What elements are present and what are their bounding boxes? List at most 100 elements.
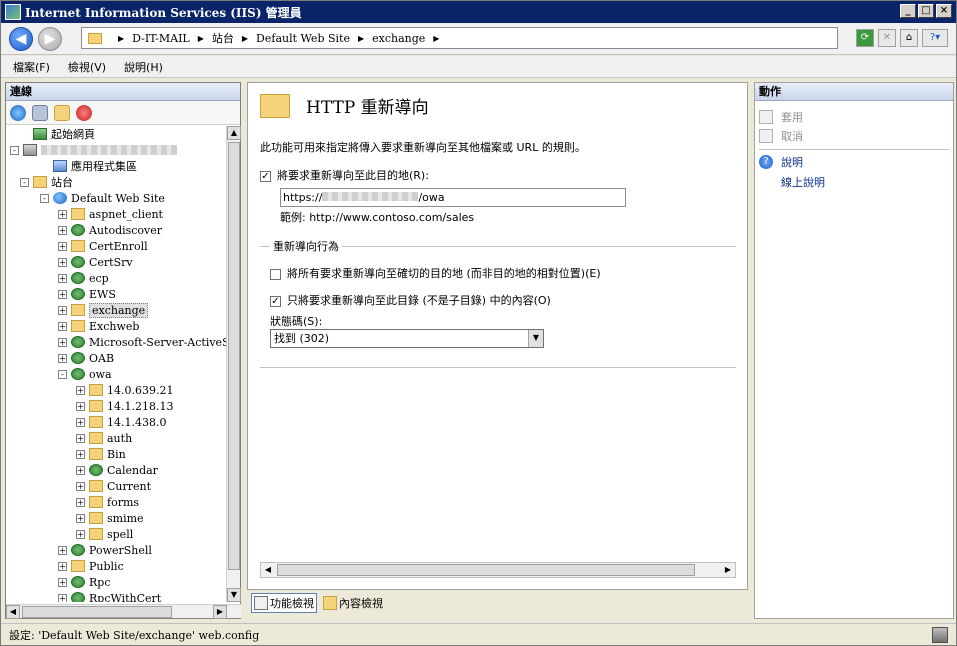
chevron-right-icon[interactable]: ▶ xyxy=(118,34,124,43)
exact-destination-option[interactable]: 將所有要求重新導向至確切的目的地 (而非目的地的相對位置)(E) xyxy=(270,265,601,281)
maximize-button[interactable]: □ xyxy=(918,4,934,18)
collapse-icon[interactable]: - xyxy=(58,369,67,379)
expand-icon[interactable]: + xyxy=(76,385,85,395)
collapse-icon[interactable]: - xyxy=(10,145,19,155)
save-icon[interactable] xyxy=(32,104,48,121)
expand-icon[interactable]: + xyxy=(76,513,85,523)
tree-item[interactable]: + Microsoft-Server-ActiveS xyxy=(58,334,228,350)
exact-destination-checkbox[interactable] xyxy=(270,268,281,280)
redirect-destination-option[interactable]: ✓ 將要求重新導向至此目的地(R): xyxy=(260,167,429,183)
scroll-right-icon[interactable]: ▶ xyxy=(721,563,735,577)
feature-horizontal-scrollbar[interactable]: ◀ ▶ xyxy=(260,562,736,578)
tree-item[interactable]: + forms xyxy=(76,494,139,510)
expand-icon[interactable]: + xyxy=(58,289,67,299)
tree-horizontal-scrollbar[interactable]: ◀ ▶ xyxy=(6,604,241,619)
expand-icon[interactable]: + xyxy=(58,353,67,363)
collapse-icon[interactable]: - xyxy=(20,177,29,187)
tree-item[interactable]: 應用程式集區 xyxy=(40,158,137,174)
tab-features-view[interactable]: 功能檢視 xyxy=(251,593,317,613)
expand-icon[interactable]: + xyxy=(58,321,67,331)
tree-item[interactable]: + smime xyxy=(76,510,144,526)
tree-item[interactable]: + EWS xyxy=(58,286,116,302)
tree-item[interactable]: - owa xyxy=(58,366,112,382)
breadcrumb-folder[interactable]: exchange xyxy=(372,32,425,45)
expand-icon[interactable]: + xyxy=(76,417,85,427)
back-button[interactable]: ◀ xyxy=(9,27,33,51)
expand-icon[interactable]: + xyxy=(76,481,85,491)
expand-icon[interactable]: + xyxy=(58,209,67,219)
chevron-right-icon[interactable]: ▶ xyxy=(433,34,439,43)
connect-icon[interactable] xyxy=(10,104,26,121)
expand-icon[interactable]: + xyxy=(58,305,67,315)
tree-item[interactable]: +14.0.639.21 xyxy=(76,382,173,398)
refresh-icon[interactable]: ⟳ xyxy=(856,29,874,47)
expand-icon[interactable]: + xyxy=(58,225,67,235)
expand-icon[interactable]: + xyxy=(76,401,85,411)
chevron-down-icon[interactable]: ▼ xyxy=(528,330,543,347)
tree-item[interactable]: + Rpc xyxy=(58,574,110,590)
tree-item[interactable]: + Calendar xyxy=(76,462,158,478)
minimize-button[interactable]: _ xyxy=(900,4,916,18)
scroll-thumb[interactable] xyxy=(277,564,695,576)
redirect-checkbox[interactable]: ✓ xyxy=(260,170,271,182)
expand-icon[interactable]: + xyxy=(76,465,85,475)
expand-icon[interactable]: + xyxy=(58,273,67,283)
tree-item[interactable]: - xyxy=(10,142,177,158)
menu-view[interactable]: 檢視(V) xyxy=(68,59,106,75)
menu-help[interactable]: 說明(H) xyxy=(124,59,163,75)
scroll-down-icon[interactable]: ▼ xyxy=(227,588,241,602)
scroll-up-icon[interactable]: ▲ xyxy=(227,126,241,140)
expand-icon[interactable]: + xyxy=(58,577,67,587)
tab-content-view[interactable]: 內容檢視 xyxy=(321,593,385,613)
tree-item[interactable]: - 站台 xyxy=(20,174,73,190)
apply-action[interactable]: 套用 xyxy=(759,109,803,125)
destination-url-input[interactable]: https:// /owa xyxy=(280,188,626,207)
tree-item[interactable]: + CertEnroll xyxy=(58,238,148,254)
chevron-right-icon[interactable]: ▶ xyxy=(358,34,364,43)
help-dropdown-icon[interactable]: ?▾ xyxy=(922,29,948,47)
scroll-left-icon[interactable]: ◀ xyxy=(6,605,20,619)
tree-item[interactable]: + spell xyxy=(76,526,133,542)
scroll-thumb[interactable] xyxy=(22,606,172,618)
breadcrumb[interactable]: ▶ D-IT-MAIL ▶ 站台 ▶ Default Web Site ▶ ex… xyxy=(81,27,838,49)
up-folder-icon[interactable] xyxy=(54,104,70,121)
expand-icon[interactable]: + xyxy=(58,337,67,347)
tree-vertical-scrollbar[interactable]: ▲ ▼ xyxy=(226,126,241,602)
menu-file[interactable]: 檔案(F) xyxy=(13,59,50,75)
tree-item[interactable]: + PowerShell xyxy=(58,542,152,558)
scroll-left-icon[interactable]: ◀ xyxy=(261,563,275,577)
breadcrumb-site[interactable]: Default Web Site xyxy=(256,32,350,45)
breadcrumb-server[interactable]: D-IT-MAIL xyxy=(132,32,190,45)
tree-item[interactable]: + Exchweb xyxy=(58,318,139,334)
only-directory-checkbox[interactable]: ✓ xyxy=(270,295,281,307)
expand-icon[interactable]: + xyxy=(58,257,67,267)
expand-icon[interactable]: + xyxy=(58,241,67,251)
forward-button[interactable]: ▶ xyxy=(38,27,62,51)
scroll-thumb[interactable] xyxy=(228,142,240,570)
disconnect-icon[interactable] xyxy=(76,104,92,121)
expand-icon[interactable]: + xyxy=(76,433,85,443)
tree-item[interactable]: +14.1.438.0 xyxy=(76,414,166,430)
collapse-icon[interactable]: - xyxy=(40,193,49,203)
tree-item[interactable]: + Bin xyxy=(76,446,126,462)
status-code-select[interactable]: 找到 (302) ▼ xyxy=(270,329,544,348)
help-action[interactable]: ? 說明 xyxy=(759,154,803,170)
tree-item[interactable]: + auth xyxy=(76,430,132,446)
tree-item[interactable]: + CertSrv xyxy=(58,254,133,270)
close-button[interactable]: × xyxy=(936,4,952,18)
tree-item[interactable]: + Public xyxy=(58,558,124,574)
tree-item[interactable]: + aspnet_client xyxy=(58,206,163,222)
expand-icon[interactable]: + xyxy=(76,529,85,539)
breadcrumb-sites[interactable]: 站台 xyxy=(212,30,234,46)
chevron-right-icon[interactable]: ▶ xyxy=(242,34,248,43)
tree-item[interactable]: + Current xyxy=(76,478,151,494)
expand-icon[interactable]: + xyxy=(58,561,67,571)
expand-icon[interactable]: + xyxy=(76,497,85,507)
online-help-link[interactable]: 線上說明 xyxy=(781,174,825,190)
stop-icon[interactable]: ✕ xyxy=(878,29,896,47)
scroll-right-icon[interactable]: ▶ xyxy=(213,605,227,619)
only-directory-option[interactable]: ✓ 只將要求重新導向至此目錄 (不是子目錄) 中的內容(O) xyxy=(270,292,551,308)
tree-item[interactable]: + OAB xyxy=(58,350,114,366)
tree-item[interactable]: 起始網頁 xyxy=(20,126,95,142)
tree-item[interactable]: + ecp xyxy=(58,270,109,286)
